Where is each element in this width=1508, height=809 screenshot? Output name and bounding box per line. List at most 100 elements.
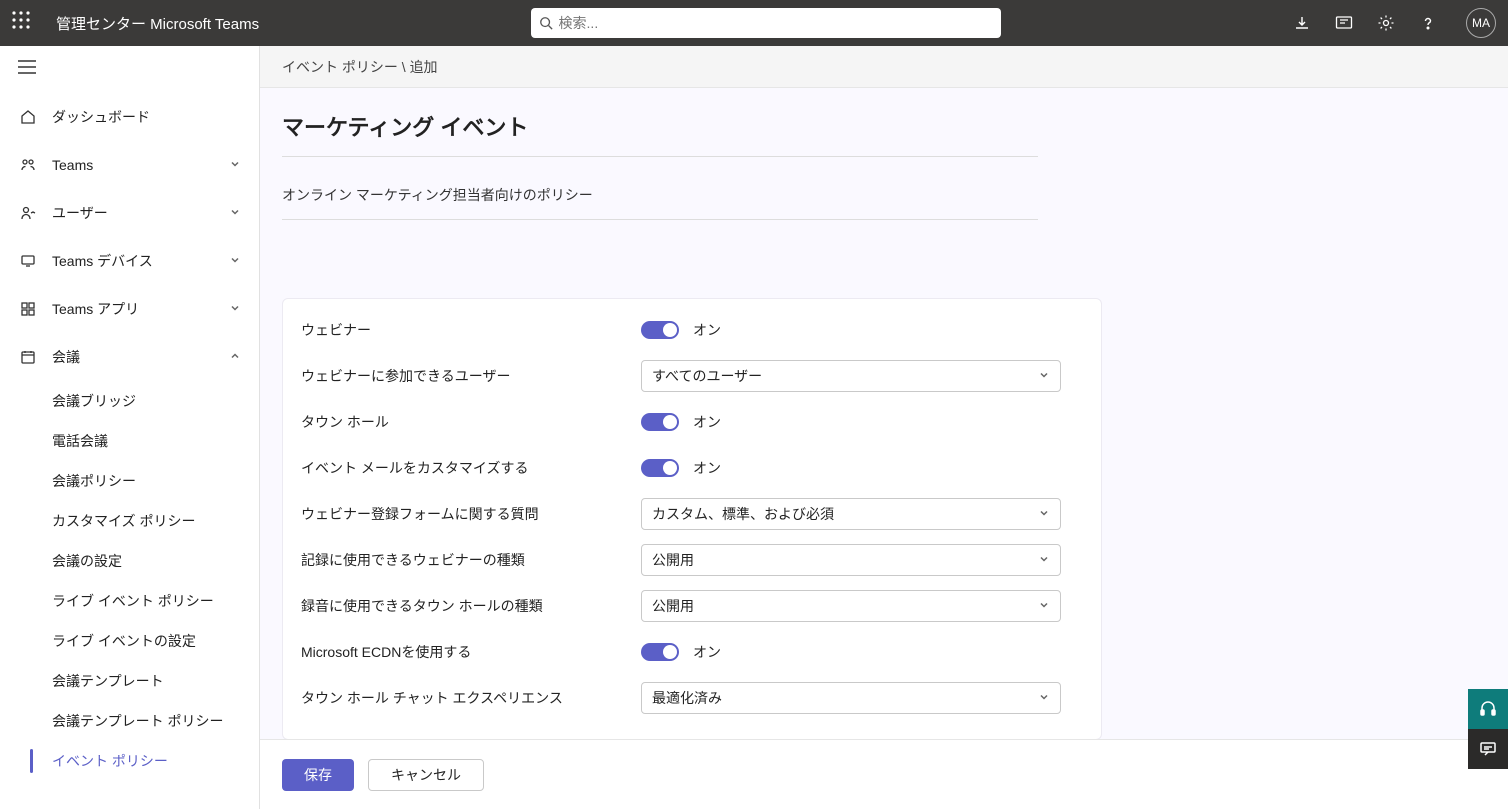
footer: 保存 キャンセル bbox=[260, 739, 1508, 809]
chevron-down-icon bbox=[1038, 552, 1050, 568]
form-label-customize-email: イベント メールをカスタマイズする bbox=[301, 458, 641, 478]
sidebar-item-apps[interactable]: Teams アプリ bbox=[0, 285, 259, 333]
chevron-down-icon bbox=[1038, 690, 1050, 706]
sidebar-item-dashboard[interactable]: ダッシュボード bbox=[0, 93, 259, 141]
toggle-label: オン bbox=[693, 412, 721, 432]
chevron-up-icon bbox=[229, 349, 241, 365]
breadcrumb-current: 追加 bbox=[410, 57, 438, 77]
sidebar-subitem-customize-policies[interactable]: カスタマイズ ポリシー bbox=[0, 501, 259, 541]
feedback-chat-icon[interactable] bbox=[1468, 729, 1508, 769]
select-value: カスタム、標準、および必須 bbox=[652, 504, 834, 524]
sidebar-item-label: 会議テンプレート bbox=[52, 671, 164, 691]
chevron-down-icon bbox=[229, 301, 241, 317]
sidebar-subitem-meeting-policies[interactable]: 会議ポリシー bbox=[0, 461, 259, 501]
settings-icon[interactable] bbox=[1376, 13, 1396, 33]
sidebar-item-label: 会議ポリシー bbox=[52, 471, 136, 491]
help-icon[interactable] bbox=[1418, 13, 1438, 33]
save-button[interactable]: 保存 bbox=[282, 759, 354, 791]
toggle-use-ecdn[interactable] bbox=[641, 643, 679, 661]
sidebar-item-label: ライブ イベントの設定 bbox=[52, 631, 196, 651]
sidebar-item-label: カスタマイズ ポリシー bbox=[52, 511, 195, 531]
teams-icon bbox=[18, 157, 38, 173]
sidebar-item-label: Teams bbox=[52, 157, 229, 173]
form-label-webinar-recording-type: 記録に使用できるウェビナーの種類 bbox=[301, 550, 641, 570]
app-launcher-icon[interactable] bbox=[12, 11, 36, 35]
form-label-webinar-attendees: ウェビナーに参加できるユーザー bbox=[301, 366, 641, 386]
sidebar-item-teams[interactable]: Teams bbox=[0, 141, 259, 189]
page-description: オンライン マーケティング担当者向けのポリシー bbox=[282, 157, 1038, 220]
sidebar-subitem-live-event-policies[interactable]: ライブ イベント ポリシー bbox=[0, 581, 259, 621]
chevron-down-icon bbox=[229, 253, 241, 269]
page-title: マーケティング イベント bbox=[282, 110, 1038, 157]
breadcrumb: イベント ポリシー \ 追加 bbox=[260, 46, 1508, 88]
device-icon bbox=[18, 253, 38, 269]
sidebar-item-label: ライブ イベント ポリシー bbox=[52, 591, 214, 611]
select-registration-questions[interactable]: カスタム、標準、および必須 bbox=[641, 498, 1061, 530]
form-label-use-ecdn: Microsoft ECDNを使用する bbox=[301, 642, 641, 662]
topbar: 管理センター Microsoft Teams bbox=[0, 0, 1508, 46]
sidebar-item-devices[interactable]: Teams デバイス bbox=[0, 237, 259, 285]
form-label-townhall-recording-type: 録音に使用できるタウン ホールの種類 bbox=[301, 596, 641, 616]
select-value: 公開用 bbox=[652, 596, 694, 616]
avatar[interactable]: MA bbox=[1466, 8, 1496, 38]
home-icon bbox=[18, 109, 38, 125]
select-webinar-recording-type[interactable]: 公開用 bbox=[641, 544, 1061, 576]
sidebar-item-users[interactable]: ユーザー bbox=[0, 189, 259, 237]
sidebar-subitem-meeting-settings[interactable]: 会議の設定 bbox=[0, 541, 259, 581]
sidebar-item-label: イベント ポリシー bbox=[52, 751, 168, 771]
search-input[interactable] bbox=[559, 15, 993, 31]
sidebar-subitem-conference-bridge[interactable]: 会議ブリッジ bbox=[0, 381, 259, 421]
toggle-label: オン bbox=[693, 642, 721, 662]
app-title: 管理センター Microsoft Teams bbox=[56, 13, 259, 34]
sidebar: ダッシュボード Teams ユーザー Teams デバイス bbox=[0, 46, 260, 809]
settings-card: ウェビナー オン ウェビナーに参加できるユーザー すべてのユーザー bbox=[282, 298, 1102, 740]
sidebar-subitem-meeting-templates[interactable]: 会議テンプレート bbox=[0, 661, 259, 701]
sidebar-item-label: Teams デバイス bbox=[52, 251, 229, 271]
search-icon bbox=[539, 16, 553, 30]
chevron-down-icon bbox=[229, 157, 241, 173]
toggle-label: オン bbox=[693, 320, 721, 340]
sidebar-subitem-event-policies[interactable]: イベント ポリシー bbox=[0, 741, 259, 781]
main: イベント ポリシー \ 追加 マーケティング イベント オンライン マーケティン… bbox=[260, 46, 1508, 809]
sidebar-subitem-audio-conferencing[interactable]: 電話会議 bbox=[0, 421, 259, 461]
breadcrumb-parent[interactable]: イベント ポリシー bbox=[282, 57, 398, 77]
sidebar-subitem-meeting-template-policies[interactable]: 会議テンプレート ポリシー bbox=[0, 701, 259, 741]
toggle-customize-email[interactable] bbox=[641, 459, 679, 477]
cancel-button[interactable]: キャンセル bbox=[368, 759, 484, 791]
sidebar-item-label: 会議ブリッジ bbox=[52, 391, 136, 411]
chevron-down-icon bbox=[1038, 506, 1050, 522]
chevron-down-icon bbox=[229, 205, 241, 221]
form-label-townhall: タウン ホール bbox=[301, 412, 641, 432]
sidebar-item-label: ユーザー bbox=[52, 203, 229, 223]
user-icon bbox=[18, 205, 38, 221]
form-label-registration-questions: ウェビナー登録フォームに関する質問 bbox=[301, 504, 641, 524]
announcements-icon[interactable] bbox=[1334, 13, 1354, 33]
calendar-icon bbox=[18, 349, 38, 365]
select-value: すべてのユーザー bbox=[652, 366, 762, 386]
apps-icon bbox=[18, 301, 38, 317]
select-webinar-attendees[interactable]: すべてのユーザー bbox=[641, 360, 1061, 392]
toggle-webinar[interactable] bbox=[641, 321, 679, 339]
toggle-label: オン bbox=[693, 458, 721, 478]
sidebar-item-label: 電話会議 bbox=[52, 431, 108, 451]
form-label-webinar: ウェビナー bbox=[301, 320, 641, 340]
search-box[interactable] bbox=[531, 8, 1001, 38]
chevron-down-icon bbox=[1038, 368, 1050, 384]
sidebar-item-label: ダッシュボード bbox=[52, 107, 241, 127]
sidebar-item-label: 会議の設定 bbox=[52, 551, 122, 571]
form-label-townhall-chat-experience: タウン ホール チャット エクスペリエンス bbox=[301, 688, 641, 708]
select-townhall-recording-type[interactable]: 公開用 bbox=[641, 590, 1061, 622]
sidebar-item-label: Teams アプリ bbox=[52, 299, 229, 319]
support-headset-icon[interactable] bbox=[1468, 689, 1508, 729]
hamburger-icon[interactable] bbox=[0, 46, 259, 93]
breadcrumb-separator: \ bbox=[398, 59, 410, 75]
toggle-townhall[interactable] bbox=[641, 413, 679, 431]
select-townhall-chat-experience[interactable]: 最適化済み bbox=[641, 682, 1061, 714]
select-value: 最適化済み bbox=[652, 688, 722, 708]
sidebar-item-label: 会議 bbox=[52, 347, 229, 367]
avatar-initials: MA bbox=[1472, 16, 1490, 30]
sidebar-item-meetings[interactable]: 会議 bbox=[0, 333, 259, 381]
sidebar-item-label: 会議テンプレート ポリシー bbox=[52, 711, 223, 731]
download-icon[interactable] bbox=[1292, 13, 1312, 33]
sidebar-subitem-live-event-settings[interactable]: ライブ イベントの設定 bbox=[0, 621, 259, 661]
